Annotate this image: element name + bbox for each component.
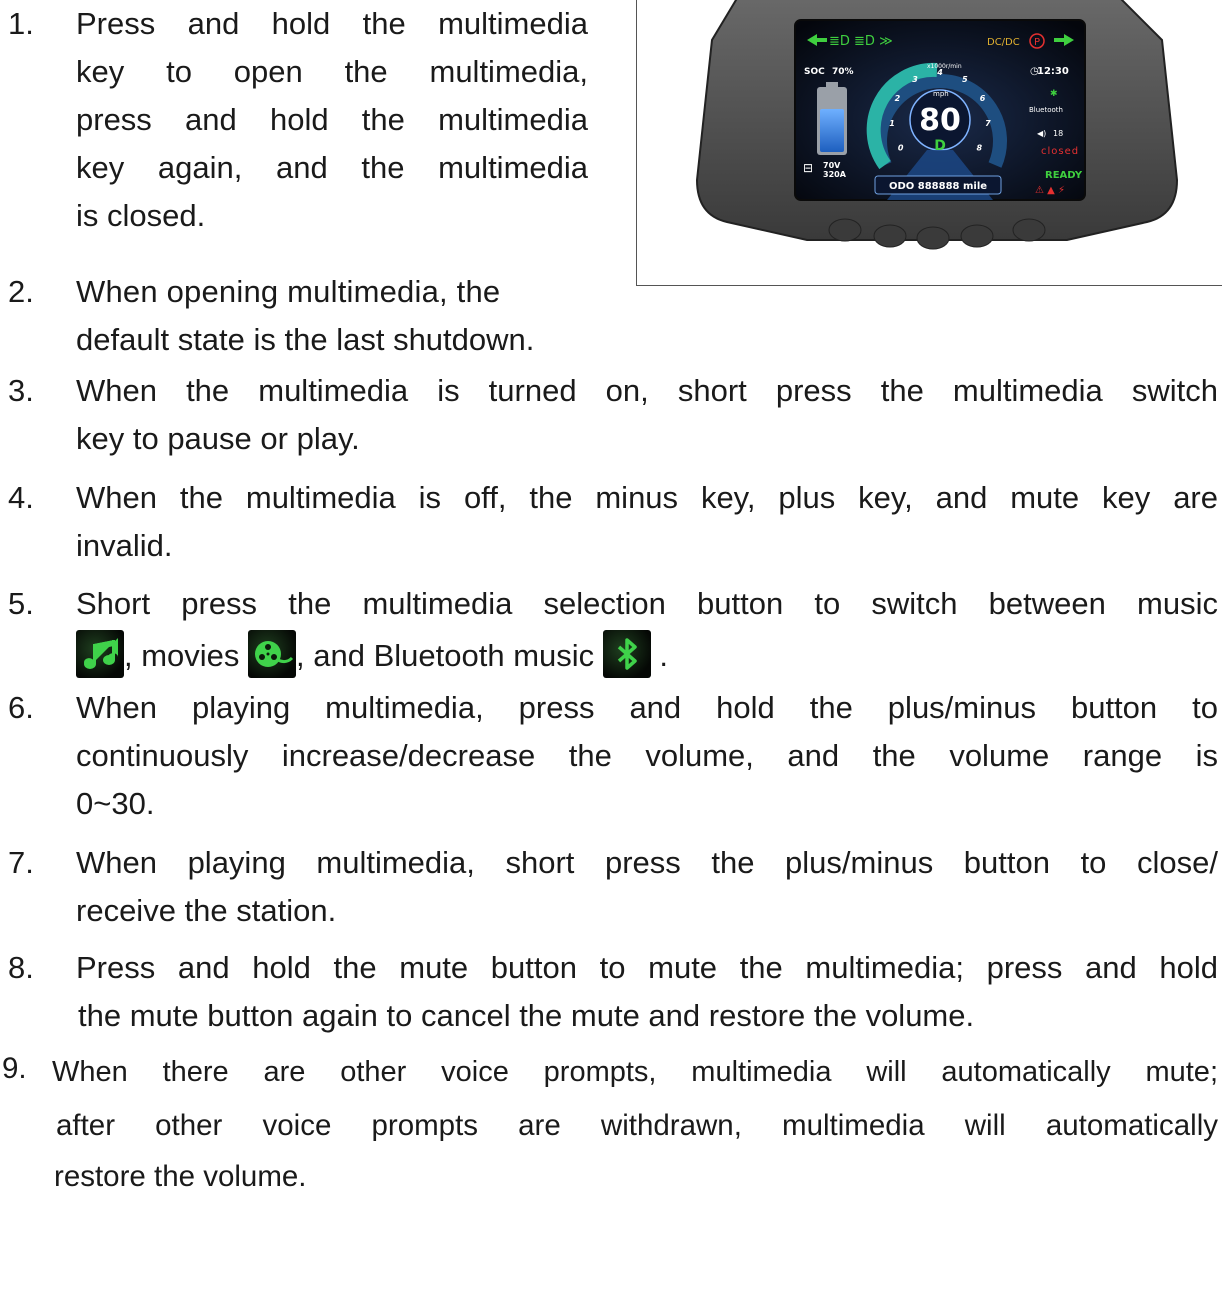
movies-text: , movies bbox=[124, 638, 240, 673]
item-text: When playing multimedia, press and hold … bbox=[76, 684, 1218, 828]
item-line: When there are other voice prompts, mult… bbox=[52, 1056, 1218, 1088]
item-number: 7. bbox=[8, 845, 34, 880]
item-text: When there are other voice prompts, mult… bbox=[52, 1045, 1218, 1201]
item-line: 0~30. bbox=[76, 786, 155, 821]
item-line: the mute button again to cancel the mute… bbox=[78, 998, 975, 1033]
rpm-tick-label: 5 bbox=[962, 75, 968, 84]
bluetooth-small-icon: ✱ bbox=[1050, 89, 1058, 99]
item-line: Press and hold the mute button to mute t… bbox=[76, 950, 1218, 985]
media-status: closed bbox=[1041, 146, 1079, 157]
odometer: ODO 888888 mile bbox=[889, 181, 987, 192]
gear-indicator: D bbox=[934, 138, 946, 154]
rpm-tick-label: 2 bbox=[895, 94, 901, 103]
rpm-unit: x1000r/min bbox=[927, 63, 962, 70]
item-number: 9. bbox=[2, 1052, 27, 1085]
item-line: restore the volume. bbox=[54, 1160, 307, 1193]
parking-label: P bbox=[1034, 37, 1040, 48]
dash-button-3 bbox=[916, 226, 950, 250]
item-number: 8. bbox=[8, 950, 34, 985]
light-indicators: ≣D ≣D ≫ bbox=[829, 34, 893, 49]
item-line: key to open the multimedia, bbox=[76, 54, 588, 89]
item-line: is closed. bbox=[76, 198, 206, 233]
rpm-tick-label: 7 bbox=[985, 119, 991, 128]
bluetooth-music-text: , and Bluetooth music bbox=[296, 638, 595, 673]
volume-icon: ◀) bbox=[1037, 129, 1046, 138]
battery-voltage: 70V bbox=[823, 161, 841, 170]
item-text: When opening multimedia, the default sta… bbox=[76, 268, 648, 364]
item-line: after other voice prompts are withdrawn,… bbox=[56, 1109, 1218, 1142]
film-reel-icon bbox=[248, 630, 297, 678]
period-text: . bbox=[659, 638, 669, 673]
item-number: 1. bbox=[8, 6, 34, 41]
rpm-tick-label: 4 bbox=[936, 68, 943, 77]
dash-button-2 bbox=[873, 224, 907, 248]
clock: 12:30 bbox=[1037, 66, 1069, 77]
soc-value: 70% bbox=[832, 67, 854, 77]
item-line: key to pause or play. bbox=[76, 421, 360, 456]
volume-value: 18 bbox=[1053, 129, 1063, 138]
battery-current: 320A bbox=[823, 170, 847, 179]
clock-icon: ◷ bbox=[1030, 66, 1039, 77]
rpm-tick-label: 6 bbox=[980, 94, 986, 103]
item-line: When the multimedia is turned on, short … bbox=[76, 373, 1218, 408]
item-line: When the multimedia is off, the minus ke… bbox=[76, 480, 1218, 515]
item-number: 2. bbox=[8, 274, 34, 309]
item-line: invalid. bbox=[76, 528, 173, 563]
item-line: receive the station. bbox=[76, 893, 337, 928]
dash-button-4 bbox=[960, 224, 994, 248]
item-line: When opening multimedia, the bbox=[76, 274, 501, 309]
speed-value: 80 bbox=[919, 103, 961, 138]
dash-button-5 bbox=[1012, 218, 1046, 242]
item-line: default state is the last shutdown. bbox=[76, 322, 535, 357]
dashboard-illustration: ≣D ≣D ≫ DC/DC P SOC 70% x1000r/min mph 8… bbox=[695, 0, 1179, 250]
item-text: When the multimedia is off, the minus ke… bbox=[76, 474, 1218, 570]
item-line: key again, and the multimedia bbox=[76, 150, 588, 185]
item-line: Press and hold the multimedia bbox=[76, 6, 588, 41]
dcdc-indicator: DC/DC bbox=[987, 37, 1020, 48]
item-line: continuously increase/decrease the volum… bbox=[76, 738, 1218, 773]
battery-icon: ⊟ bbox=[803, 161, 813, 175]
dashboard-figure: ≣D ≣D ≫ DC/DC P SOC 70% x1000r/min mph 8… bbox=[636, 0, 1222, 286]
item-text: When the multimedia is turned on, short … bbox=[76, 367, 1218, 463]
ready-indicator: READY bbox=[1045, 170, 1083, 181]
item-text: When playing multimedia, short press the… bbox=[76, 839, 1218, 935]
speed-unit: mph bbox=[933, 90, 949, 98]
battery-level-fill bbox=[820, 109, 844, 152]
item-text: Short press the multimedia selection but… bbox=[76, 580, 1218, 680]
item-number: 6. bbox=[8, 690, 34, 725]
rpm-tick-label: 0 bbox=[898, 144, 904, 153]
soc-label: SOC bbox=[804, 67, 825, 77]
rpm-tick-label: 8 bbox=[977, 144, 983, 153]
item-number: 5. bbox=[8, 586, 34, 621]
item-line: When playing multimedia, short press the… bbox=[76, 845, 1218, 880]
item-text: Press and hold the multimedia key to ope… bbox=[76, 0, 588, 240]
item-line: Short press the multimedia selection but… bbox=[76, 586, 1218, 621]
rpm-tick-label: 1 bbox=[889, 119, 895, 128]
dash-button-1 bbox=[828, 218, 862, 242]
item-number: 3. bbox=[8, 373, 34, 408]
status-icons: ⚠ ▲ ⚡ bbox=[1035, 185, 1065, 196]
item-text: Press and hold the mute button to mute t… bbox=[76, 944, 1218, 1040]
item-line: When playing multimedia, press and hold … bbox=[76, 690, 1218, 725]
bluetooth-icon bbox=[602, 630, 651, 678]
item-line: , movies , and Bluetooth music . bbox=[76, 630, 1218, 680]
item-line: press and hold the multimedia bbox=[76, 102, 588, 137]
rpm-tick-label: 3 bbox=[912, 75, 918, 84]
item-number: 4. bbox=[8, 480, 34, 515]
music-note-icon bbox=[76, 630, 124, 678]
bluetooth-label: Bluetooth bbox=[1029, 106, 1063, 114]
